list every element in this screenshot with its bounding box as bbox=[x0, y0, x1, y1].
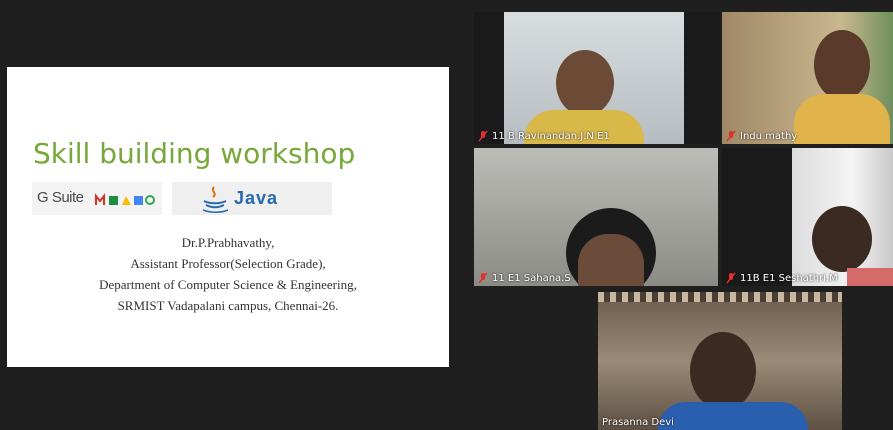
participant-tile[interactable]: 11B E1 Seshathri.M bbox=[722, 148, 893, 286]
author-designation: Assistant Professor(Selection Grade), bbox=[130, 256, 326, 271]
java-cup-icon bbox=[202, 186, 229, 213]
java-logo-text: Java bbox=[234, 188, 279, 208]
participant-video bbox=[722, 12, 893, 144]
participant-name-tag: 11 B Ravinandan.J.N E1 bbox=[478, 130, 610, 142]
participant-tile[interactable]: Prasanna Devi bbox=[598, 292, 842, 430]
participant-video bbox=[598, 292, 842, 430]
participant-name: Indu mathy bbox=[740, 130, 798, 142]
participant-video bbox=[504, 12, 684, 144]
slide-title: Skill building workshop bbox=[33, 137, 356, 170]
mic-muted-icon bbox=[726, 130, 736, 142]
participant-name: 11 E1 Sahana.S bbox=[492, 272, 571, 284]
participant-tile[interactable]: 11 B Ravinandan.J.N E1 bbox=[474, 12, 720, 144]
participant-name: Prasanna Devi bbox=[602, 417, 674, 428]
participant-name-tag: Indu mathy bbox=[726, 130, 797, 142]
participant-name-tag: Prasanna Devi bbox=[602, 417, 674, 428]
participant-name: 11B E1 Seshathri.M bbox=[740, 272, 838, 284]
participant-name-tag: 11B E1 Seshathri.M bbox=[726, 272, 838, 284]
mic-muted-icon bbox=[726, 272, 736, 284]
java-logo: Java bbox=[172, 182, 332, 215]
participant-tile[interactable]: Indu mathy bbox=[722, 12, 893, 144]
author-campus: SRMIST Vadapalani campus, Chennai-26. bbox=[117, 298, 339, 313]
author-name: Dr.P.Prabhavathy, bbox=[181, 235, 275, 250]
participant-video bbox=[474, 148, 718, 286]
participant-video bbox=[792, 148, 893, 286]
shared-screen-slide: Skill building workshop G Suite Java Dr.… bbox=[7, 67, 449, 367]
participant-name-tag: 11 E1 Sahana.S bbox=[478, 272, 571, 284]
participant-tile[interactable]: 11 E1 Sahana.S bbox=[474, 148, 718, 286]
gsuite-logo: G Suite bbox=[32, 182, 162, 215]
mic-muted-icon bbox=[478, 272, 488, 284]
mic-muted-icon bbox=[478, 130, 488, 142]
author-department: Department of Computer Science & Enginee… bbox=[99, 277, 357, 292]
gsuite-app-icons bbox=[95, 193, 155, 205]
participant-name: 11 B Ravinandan.J.N E1 bbox=[492, 130, 610, 142]
gsuite-logo-text: G Suite bbox=[37, 189, 84, 206]
